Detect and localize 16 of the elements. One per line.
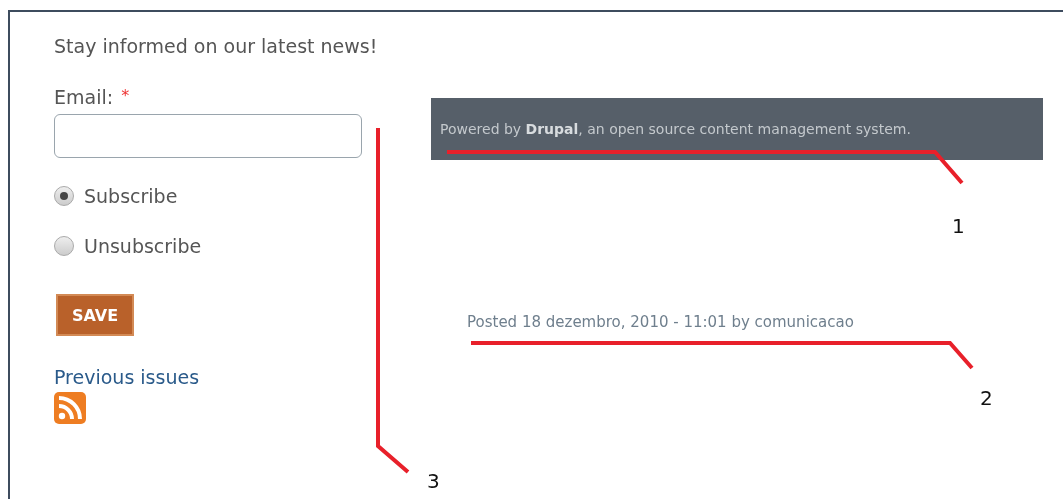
radio-label[interactable]: Subscribe: [84, 185, 178, 207]
email-label: Email:: [54, 86, 114, 108]
required-mark: *: [121, 86, 130, 107]
save-button[interactable]: SAVE: [56, 294, 134, 336]
rss-icon[interactable]: [54, 392, 86, 424]
radio-label[interactable]: Unsubscribe: [84, 235, 202, 257]
previous-issues-link[interactable]: Previous issues: [54, 366, 200, 388]
email-field[interactable]: [54, 114, 362, 158]
post-meta: Posted 18 dezembro, 2010 - 11:01 by comunicacao: [467, 313, 855, 331]
footer-text: Powered by Drupal, an open source content management system.: [440, 121, 911, 137]
callout-number: 1: [952, 214, 965, 238]
radio-button[interactable]: [54, 236, 74, 256]
callout-number: 2: [980, 386, 993, 410]
radio-button[interactable]: [54, 186, 74, 206]
intro-text: Stay informed on our latest news!: [54, 34, 379, 59]
callout-number: 3: [427, 469, 440, 493]
